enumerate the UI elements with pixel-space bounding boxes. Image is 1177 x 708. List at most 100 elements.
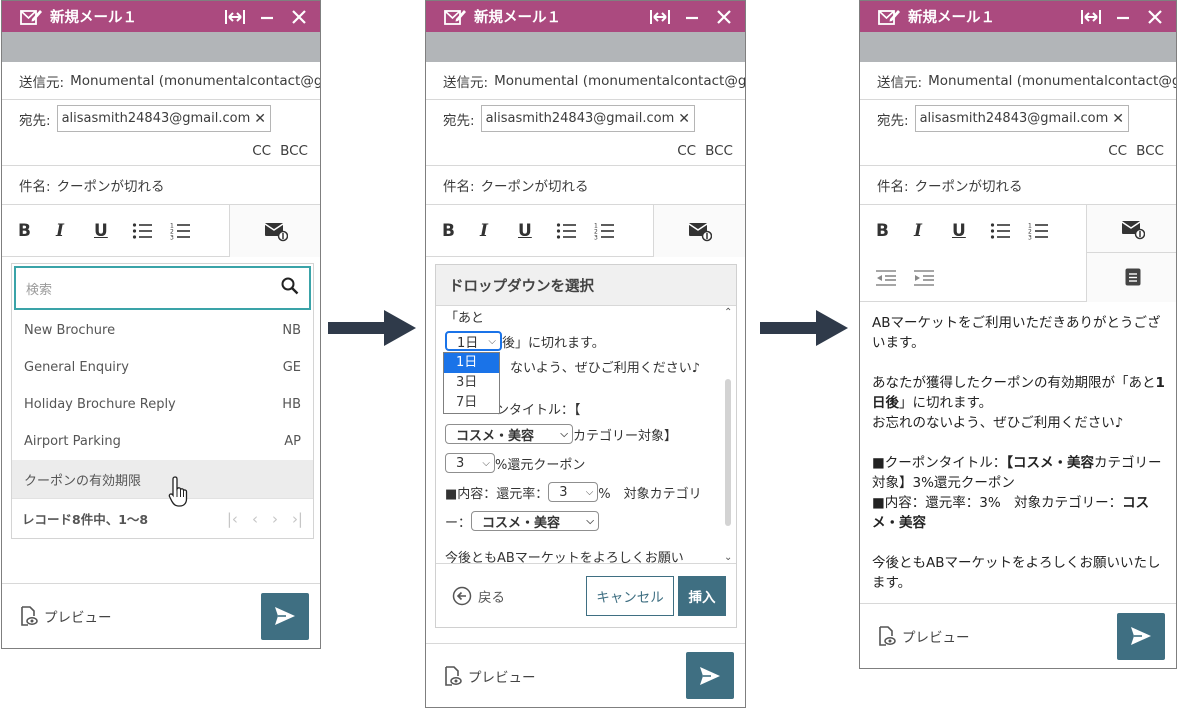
- from-label: 送信元:: [19, 74, 65, 91]
- underline-button[interactable]: U: [518, 221, 556, 241]
- indent-icon[interactable]: [914, 269, 952, 287]
- bcc-button[interactable]: BCC: [705, 143, 733, 159]
- format-toolbar: B I U 123: [426, 205, 745, 257]
- close-icon[interactable]: [1144, 6, 1166, 28]
- italic-button[interactable]: I: [56, 221, 94, 241]
- step-arrow: [760, 310, 848, 346]
- last-page-icon[interactable]: ›|: [292, 510, 303, 528]
- underline-button[interactable]: U: [952, 221, 990, 241]
- subject-input[interactable]: クーポンが切れる: [481, 175, 589, 195]
- close-icon[interactable]: [288, 6, 310, 28]
- numbered-list-icon[interactable]: 123: [170, 222, 208, 240]
- cc-bcc-row: CC BCC: [860, 137, 1176, 166]
- cc-button[interactable]: CC: [677, 143, 696, 159]
- underline-button[interactable]: U: [94, 221, 132, 241]
- subject-input[interactable]: クーポンが切れる: [915, 175, 1023, 195]
- insert-button[interactable]: 挿入: [678, 576, 726, 616]
- template-mail-icon[interactable]: [230, 205, 320, 257]
- bullet-list-icon[interactable]: [990, 222, 1028, 240]
- preview-button[interactable]: プレビュー: [20, 606, 112, 626]
- from-value[interactable]: Monumental (monumentalcontact@g...: [70, 73, 320, 89]
- italic-button[interactable]: I: [914, 221, 952, 241]
- days-select[interactable]: 1日 ⌵: [445, 331, 502, 351]
- send-button[interactable]: [261, 592, 309, 640]
- compose-window-step1: 新規メール１ 送信元: Monumental (monumentalcontac…: [1, 0, 321, 649]
- recipient-email: alisasmith24843@gmail.com: [919, 111, 1109, 126]
- numbered-list-icon[interactable]: 123: [1028, 222, 1066, 240]
- minimize-icon[interactable]: [1112, 6, 1134, 28]
- template-mail-icon[interactable]: [1087, 205, 1176, 253]
- body-paragraph-2: あなたが獲得したクーポンの有効期限が「あと1日後」に切れます。 お忘れのないよう、…: [872, 373, 1165, 433]
- recipient-chip[interactable]: alisasmith24843@gmail.com ✕: [56, 105, 271, 132]
- scroll-down-icon[interactable]: ⌄: [724, 552, 732, 563]
- category-select-2[interactable]: コスメ・美容 ⌵: [471, 511, 600, 531]
- option-item[interactable]: 7日: [444, 393, 499, 413]
- rate-select-2[interactable]: 3 ⌵: [548, 482, 599, 502]
- bold-button[interactable]: B: [442, 221, 480, 241]
- from-value[interactable]: Monumental (monumentalcontact@g...: [928, 73, 1176, 89]
- preview-icon: [20, 606, 38, 626]
- preview-button[interactable]: プレビュー: [878, 626, 970, 646]
- close-icon[interactable]: [713, 6, 735, 28]
- rate-select[interactable]: 3 ⌵: [445, 453, 495, 473]
- item-code: NB: [282, 323, 301, 338]
- cancel-button[interactable]: キャンセル: [586, 576, 674, 616]
- template-search-input[interactable]: 検索: [14, 266, 311, 310]
- item-label: Airport Parking: [24, 434, 121, 449]
- subject-input[interactable]: クーポンが切れる: [57, 175, 165, 195]
- search-icon[interactable]: [281, 277, 299, 299]
- from-value[interactable]: Monumental (monumentalcontact@g...: [494, 73, 745, 89]
- back-button[interactable]: 戻る: [452, 586, 505, 606]
- list-item[interactable]: Airport Parking AP: [12, 423, 313, 460]
- cc-button[interactable]: CC: [252, 143, 271, 159]
- list-item[interactable]: General Enquiry GE: [12, 349, 313, 386]
- outdent-icon[interactable]: [876, 269, 914, 287]
- line-text: %還元クーポン: [495, 457, 586, 473]
- italic-button[interactable]: I: [480, 221, 518, 241]
- bcc-button[interactable]: BCC: [280, 143, 308, 159]
- category-select[interactable]: コスメ・美容 ⌵: [445, 424, 573, 444]
- remove-recipient-icon[interactable]: ✕: [678, 111, 690, 127]
- message-body[interactable]: ABマーケットをご利用いただきありがとうございます。 あなたが獲得したクーポンの…: [860, 305, 1176, 613]
- record-count: レコード8件中、1〜8: [22, 512, 149, 527]
- bcc-button[interactable]: BCC: [1136, 143, 1164, 159]
- prev-page-icon[interactable]: ‹: [252, 510, 258, 528]
- document-icon[interactable]: [1087, 253, 1176, 301]
- window-title: 新規メール１: [908, 10, 995, 26]
- resize-icon[interactable]: [224, 6, 246, 28]
- bullet-list-icon[interactable]: [556, 222, 594, 240]
- scroll-up-icon[interactable]: ⌃: [724, 307, 732, 318]
- bullet-list-icon[interactable]: [132, 222, 170, 240]
- minimize-icon[interactable]: [681, 6, 703, 28]
- minimize-icon[interactable]: [256, 6, 278, 28]
- send-button[interactable]: [1117, 612, 1165, 660]
- next-page-icon[interactable]: ›: [272, 510, 278, 528]
- text-line: ー： コスメ・美容 ⌵: [445, 511, 600, 531]
- option-item[interactable]: 3日: [444, 373, 499, 393]
- send-button[interactable]: [686, 652, 734, 699]
- subject-label: 件名:: [19, 179, 51, 195]
- list-item[interactable]: Holiday Brochure Reply HB: [12, 386, 313, 423]
- preview-button[interactable]: プレビュー: [444, 665, 536, 686]
- recipient-chip[interactable]: alisasmith24843@gmail.com ✕: [480, 105, 695, 132]
- chevron-down-icon: ⌵: [488, 335, 496, 347]
- scrollbar-thumb[interactable]: [725, 379, 731, 526]
- numbered-list-icon[interactable]: 123: [594, 222, 632, 240]
- cc-button[interactable]: CC: [1108, 143, 1127, 159]
- dialog-body: 「あと 1日 ⌵ 後」に切れます。 ないよう、ぜひご利用ください♪ ンタイトル：【…: [436, 307, 736, 563]
- remove-recipient-icon[interactable]: ✕: [1112, 111, 1124, 127]
- list-item[interactable]: New Brochure NB: [12, 312, 313, 349]
- recipient-chip[interactable]: alisasmith24843@gmail.com ✕: [914, 105, 1129, 132]
- cc-bcc-row: CC BCC: [2, 137, 320, 166]
- bold-button[interactable]: B: [18, 221, 56, 241]
- option-item[interactable]: 1日: [444, 353, 499, 373]
- remove-recipient-icon[interactable]: ✕: [254, 111, 266, 127]
- first-page-icon[interactable]: |‹: [227, 510, 238, 528]
- resize-icon[interactable]: [1080, 6, 1102, 28]
- bold-button[interactable]: B: [876, 221, 914, 241]
- item-label: New Brochure: [24, 323, 116, 338]
- scrollbar[interactable]: ⌃ ⌄: [724, 307, 733, 563]
- list-item-highlighted[interactable]: クーポンの有効期限: [12, 460, 313, 498]
- template-mail-icon[interactable]: [654, 205, 745, 257]
- resize-icon[interactable]: [649, 6, 671, 28]
